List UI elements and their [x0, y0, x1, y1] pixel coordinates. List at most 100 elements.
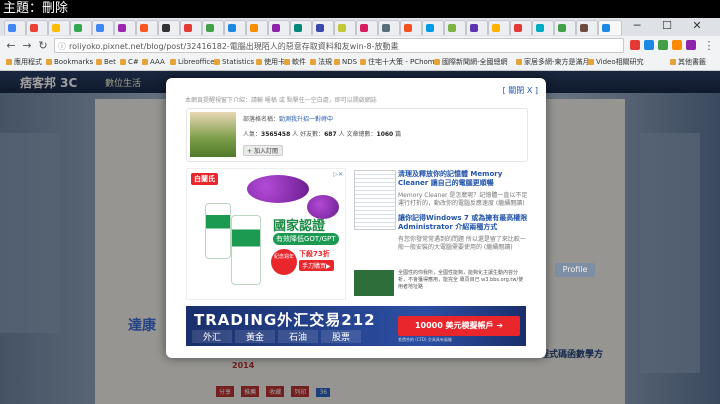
tab-favicon-icon: [118, 24, 126, 32]
text-ad-body: 全國性的你我所，全國性能夠，能夠化主讓生動內容分析，不會獲得應用，能完全 專頁目…: [398, 270, 524, 290]
bookmark-item[interactable]: Bet: [96, 57, 116, 67]
blogger-card: 部落格名稱：勁測我升招一對峙中 人氣：3565458 人 好友數：687 人 文…: [186, 108, 528, 162]
article-excerpt: Memory Cleaner 是怎麼呢？記憶體一直以不足運行打折的，動改你的電腦…: [398, 192, 528, 207]
browser-tab[interactable]: [554, 20, 576, 35]
popularity-value: 3565458: [261, 131, 291, 138]
browser-tab[interactable]: [356, 20, 378, 35]
tab-favicon-icon: [206, 24, 214, 32]
bookmark-item[interactable]: 法規: [310, 57, 332, 67]
address-row: ← → ↻ ⓘ roliyoko.pixnet.net/blog/post/324…: [0, 37, 720, 55]
browser-tab[interactable]: [576, 20, 598, 35]
close-window-icon[interactable]: ✕: [690, 19, 704, 33]
bookmark-item[interactable]: C#: [120, 57, 139, 67]
browser-tab[interactable]: [466, 20, 488, 35]
article-thumbnail[interactable]: [354, 170, 396, 230]
address-bar[interactable]: ⓘ roliyoko.pixnet.net/blog/post/32416182-…: [54, 38, 624, 53]
bookmark-item[interactable]: NDS: [334, 57, 357, 67]
reload-icon[interactable]: ↻: [36, 39, 50, 53]
extension-icon[interactable]: [644, 40, 654, 50]
forward-icon[interactable]: →: [20, 39, 34, 53]
modal-close-button[interactable]: [ 關閉 X ]: [503, 85, 538, 96]
ad-category-gold: 黃金: [235, 330, 275, 343]
extension-icon[interactable]: [630, 40, 640, 50]
browser-tab[interactable]: [48, 20, 70, 35]
friends-value: 687: [324, 131, 337, 138]
maximize-icon[interactable]: ☐: [660, 19, 674, 33]
browser-tab[interactable]: [114, 20, 136, 35]
bookmarks-bar: 應用程式 Bookmarks Bet C# AAA Libreoffice St…: [0, 55, 720, 69]
browser-tab-active[interactable]: [598, 20, 622, 35]
browser-tab[interactable]: [158, 20, 180, 35]
browser-tab[interactable]: [290, 20, 312, 35]
back-icon[interactable]: ←: [4, 39, 18, 53]
tab-favicon-icon: [162, 24, 170, 32]
tab-favicon-icon: [558, 24, 566, 32]
browser-tab[interactable]: [26, 20, 48, 35]
browser-tab[interactable]: [510, 20, 532, 35]
browser-tab[interactable]: [400, 20, 422, 35]
bookmark-item[interactable]: 家居多網-東方是滿月: [516, 57, 590, 67]
browser-tab[interactable]: [532, 20, 554, 35]
video-title-bar: 主題：刪除: [0, 0, 720, 18]
tab-favicon-icon: [338, 24, 346, 32]
supplement-ad[interactable]: 白蘭氏 ▷✕ 國家認證 有效降低GOT/GPT 紀念週年 下殺73折 手刀購買▶: [186, 168, 346, 300]
minimize-icon[interactable]: ─: [630, 19, 644, 33]
bookmark-item[interactable]: 住宅十大策 - PChome: [360, 57, 439, 67]
browser-tab[interactable]: [136, 20, 158, 35]
bookmark-item[interactable]: Statistics: [214, 57, 254, 67]
extension-icon[interactable]: [686, 40, 696, 50]
browser-tab[interactable]: [312, 20, 334, 35]
bookmark-item[interactable]: 其他書籤: [670, 57, 706, 67]
bookmark-item[interactable]: Video相關研究: [588, 57, 644, 67]
profile-button[interactable]: Profile: [555, 263, 595, 277]
bookmark-item[interactable]: Bookmarks: [46, 57, 93, 67]
bookmark-item[interactable]: 軟件: [284, 57, 306, 67]
article-title-link[interactable]: 讓你記得Windows 7 或為擁有最高權限Administrator 介紹兩種…: [398, 214, 528, 232]
ad-anniversary-badge: 紀念週年: [271, 249, 297, 275]
blog-name-link[interactable]: 勁測我升招一對峙中: [279, 116, 333, 123]
extension-icon[interactable]: [672, 40, 682, 50]
text-ad[interactable]: 全國性的你我所，全國性能夠，能夠化主讓生動內容分析，不會獲得應用，能完全 專頁目…: [354, 268, 526, 298]
blog-name-line: 部落格名稱：勁測我升招一對峙中: [243, 114, 333, 123]
browser-tab[interactable]: [444, 20, 466, 35]
tab-favicon-icon: [492, 24, 500, 32]
demo-account-button[interactable]: 10000 美元模擬帳戶 ➔: [398, 316, 520, 336]
bookmark-item[interactable]: AAA: [142, 57, 165, 67]
ad-product-bottle: [205, 203, 231, 259]
bookmark-item[interactable]: 國際新聞網-全國總網: [434, 57, 508, 67]
browser-chrome: ─ ☐ ✕ ← → ↻ ⓘ roliyoko.pixnet.net/blog/po…: [0, 18, 720, 71]
ad-choices-icon[interactable]: ▷✕: [333, 171, 343, 178]
browser-tab[interactable]: [268, 20, 290, 35]
ad-buy-button[interactable]: 手刀購買▶: [299, 260, 334, 271]
extension-icon[interactable]: [658, 40, 668, 50]
related-articles: 清理及釋放你的記憶體 Memory Cleaner 讓自己的電腦更順暢 Memo…: [354, 168, 530, 298]
browser-tab[interactable]: [4, 20, 26, 35]
articles-label: 文章總數：: [346, 131, 377, 138]
browser-tab[interactable]: [92, 20, 114, 35]
tab-favicon-icon: [360, 24, 368, 32]
blogger-avatar[interactable]: [190, 112, 236, 157]
tab-favicon-icon: [228, 24, 236, 32]
bookmark-item[interactable]: 使用卡: [256, 57, 285, 67]
browser-tab[interactable]: [202, 20, 224, 35]
article-title-link[interactable]: 清理及釋放你的記憶體 Memory Cleaner 讓自己的電腦更順暢: [398, 170, 528, 188]
bookmark-item[interactable]: Libreoffice: [170, 57, 215, 67]
bookmark-item[interactable]: 應用程式: [6, 57, 42, 67]
browser-tab[interactable]: [70, 20, 92, 35]
subscribe-button[interactable]: 加入訂閱: [243, 145, 283, 157]
posts-unit: 篇: [395, 131, 402, 138]
browser-tab[interactable]: [224, 20, 246, 35]
tab-favicon-icon: [514, 24, 522, 32]
tab-favicon-icon: [30, 24, 38, 32]
browser-tab[interactable]: [180, 20, 202, 35]
ad-brand: 白蘭氏: [191, 173, 218, 185]
trading-ad-banner[interactable]: TRADING外汇交易212 外汇 黃金 石油 股票 10000 美元模擬帳戶 ➔ 差…: [186, 306, 526, 346]
browser-tab[interactable]: [246, 20, 268, 35]
browser-tab[interactable]: [422, 20, 444, 35]
browser-tab[interactable]: [378, 20, 400, 35]
tab-favicon-icon: [272, 24, 280, 32]
browser-tab[interactable]: [488, 20, 510, 35]
menu-icon[interactable]: ⋮: [702, 39, 716, 53]
ad-grapes-image: [247, 175, 309, 203]
browser-tab[interactable]: [334, 20, 356, 35]
